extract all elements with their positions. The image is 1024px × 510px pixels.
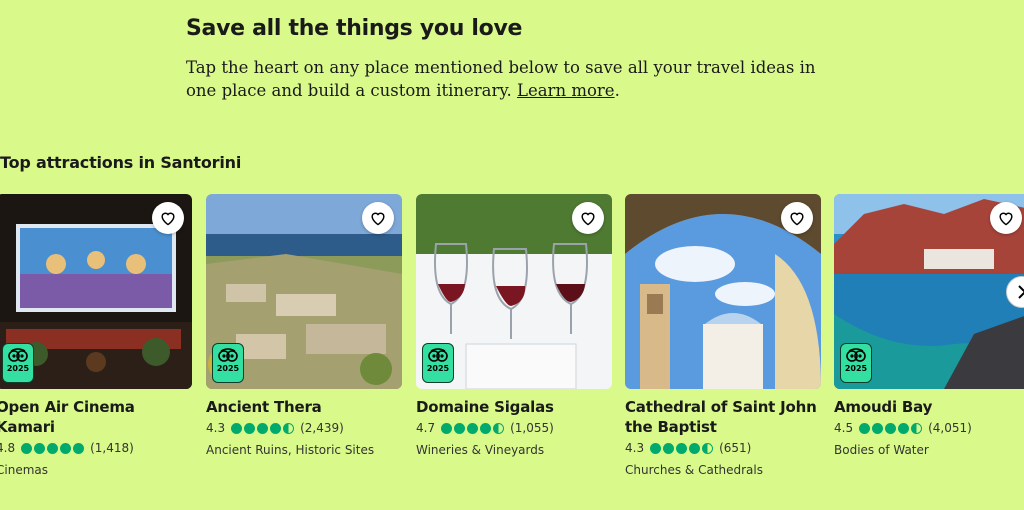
rating-bubble [702, 442, 714, 454]
rating-value: 4.5 [834, 421, 854, 435]
rating-value: 4.7 [416, 421, 436, 435]
attraction-category: Churches & Cathedrals [625, 463, 763, 477]
rating-row: 4.5 (4,051) [834, 421, 1024, 435]
save-heart-button[interactable] [152, 202, 184, 234]
rating-bubble [73, 442, 85, 454]
rating-bubbles [441, 422, 505, 434]
attraction-name[interactable]: Ancient Thera [206, 397, 402, 417]
award-year: 2025 [216, 364, 240, 373]
chevron-right-icon [1018, 285, 1024, 299]
travelers-choice-badge: 2025 [212, 343, 244, 383]
rating-bubble [885, 422, 897, 434]
attraction-photo[interactable]: 2025 [834, 194, 1024, 389]
promo-suffix: . [614, 81, 620, 100]
rating-bubbles [231, 422, 295, 434]
rating-bubble [21, 442, 33, 454]
attraction-photo[interactable]: 2025 [206, 194, 402, 389]
attraction-name[interactable]: Open Air Cinema Kamari [0, 397, 192, 437]
rating-bubble [493, 422, 505, 434]
rating-bubble [47, 442, 59, 454]
save-heart-button[interactable] [990, 202, 1022, 234]
heart-outline-icon [371, 212, 385, 226]
attraction-category: Wineries & Vineyards [416, 443, 545, 457]
review-count: (651) [719, 441, 752, 455]
attraction-card[interactable]: Cathedral of Saint John the Baptist 4.3 … [625, 194, 821, 477]
save-heart-button[interactable] [362, 202, 394, 234]
attraction-photo[interactable]: 2025 [0, 194, 192, 389]
promo-title: Save all the things you love [186, 16, 523, 41]
rating-bubble [60, 442, 72, 454]
rating-bubble [663, 442, 675, 454]
attraction-photo[interactable] [625, 194, 821, 389]
rating-value: 4.3 [206, 421, 226, 435]
rating-bubble [689, 442, 701, 454]
rating-bubble [454, 422, 466, 434]
rating-bubbles [650, 442, 714, 454]
attraction-name[interactable]: Amoudi Bay [834, 397, 1024, 417]
rating-bubble [231, 422, 243, 434]
rating-bubbles [21, 442, 85, 454]
rating-bubbles [859, 422, 923, 434]
rating-bubble [859, 422, 871, 434]
owl-logo-icon [218, 348, 238, 362]
save-heart-button[interactable] [572, 202, 604, 234]
rating-bubble [650, 442, 662, 454]
rating-bubble [676, 442, 688, 454]
attraction-card[interactable]: 2025 Domaine Sigalas 4.7 (1,055) Winerie… [416, 194, 612, 457]
section-title: Top attractions in Santorini [0, 153, 242, 172]
owl-logo-icon [428, 348, 448, 362]
rating-bubble [283, 422, 295, 434]
heart-outline-icon [790, 212, 804, 226]
award-year: 2025 [426, 364, 450, 373]
attraction-card[interactable]: 2025 Ancient Thera 4.3 (2,439) Ancient R… [206, 194, 402, 457]
award-year: 2025 [6, 364, 30, 373]
travelers-choice-badge: 2025 [422, 343, 454, 383]
learn-more-link[interactable]: Learn more [517, 81, 615, 100]
heart-outline-icon [999, 212, 1013, 226]
attraction-name[interactable]: Domaine Sigalas [416, 397, 612, 417]
promo-text: Tap the heart on any place mentioned bel… [186, 58, 816, 100]
rating-bubble [270, 422, 282, 434]
rating-row: 4.8 (1,418) [0, 441, 192, 455]
rating-bubble [34, 442, 46, 454]
award-year: 2025 [844, 364, 868, 373]
heart-outline-icon [581, 212, 595, 226]
promo-body: Tap the heart on any place mentioned bel… [186, 56, 846, 102]
rating-value: 4.3 [625, 441, 645, 455]
rating-bubble [898, 422, 910, 434]
rating-row: 4.3 (651) [625, 441, 821, 455]
review-count: (1,418) [90, 441, 134, 455]
rating-row: 4.7 (1,055) [416, 421, 612, 435]
attraction-card[interactable]: 2025 Amoudi Bay 4.5 (4,051) Bodies of Wa… [834, 194, 1024, 457]
save-heart-button[interactable] [781, 202, 813, 234]
rating-bubble [441, 422, 453, 434]
save-promo: Save all the things you love Tap the hea… [186, 14, 846, 102]
owl-logo-icon [846, 348, 866, 362]
attraction-category: Cinemas [0, 463, 48, 477]
rating-value: 4.8 [0, 441, 16, 455]
travelers-choice-badge: 2025 [840, 343, 872, 383]
owl-logo-icon [8, 348, 28, 362]
rating-bubble [872, 422, 884, 434]
rating-bubble [911, 422, 923, 434]
heart-outline-icon [161, 212, 175, 226]
attraction-photo[interactable]: 2025 [416, 194, 612, 389]
rating-bubble [480, 422, 492, 434]
rating-bubble [244, 422, 256, 434]
review-count: (4,051) [928, 421, 972, 435]
attraction-card[interactable]: 2025 Open Air Cinema Kamari 4.8 (1,418) … [0, 194, 192, 477]
review-count: (1,055) [510, 421, 554, 435]
rating-bubble [467, 422, 479, 434]
travelers-choice-badge: 2025 [2, 343, 34, 383]
attraction-category: Ancient Ruins, Historic Sites [206, 443, 375, 457]
attraction-category: Bodies of Water [834, 443, 929, 457]
rating-row: 4.3 (2,439) [206, 421, 402, 435]
rating-bubble [257, 422, 269, 434]
attraction-name[interactable]: Cathedral of Saint John the Baptist [625, 397, 821, 437]
review-count: (2,439) [300, 421, 344, 435]
